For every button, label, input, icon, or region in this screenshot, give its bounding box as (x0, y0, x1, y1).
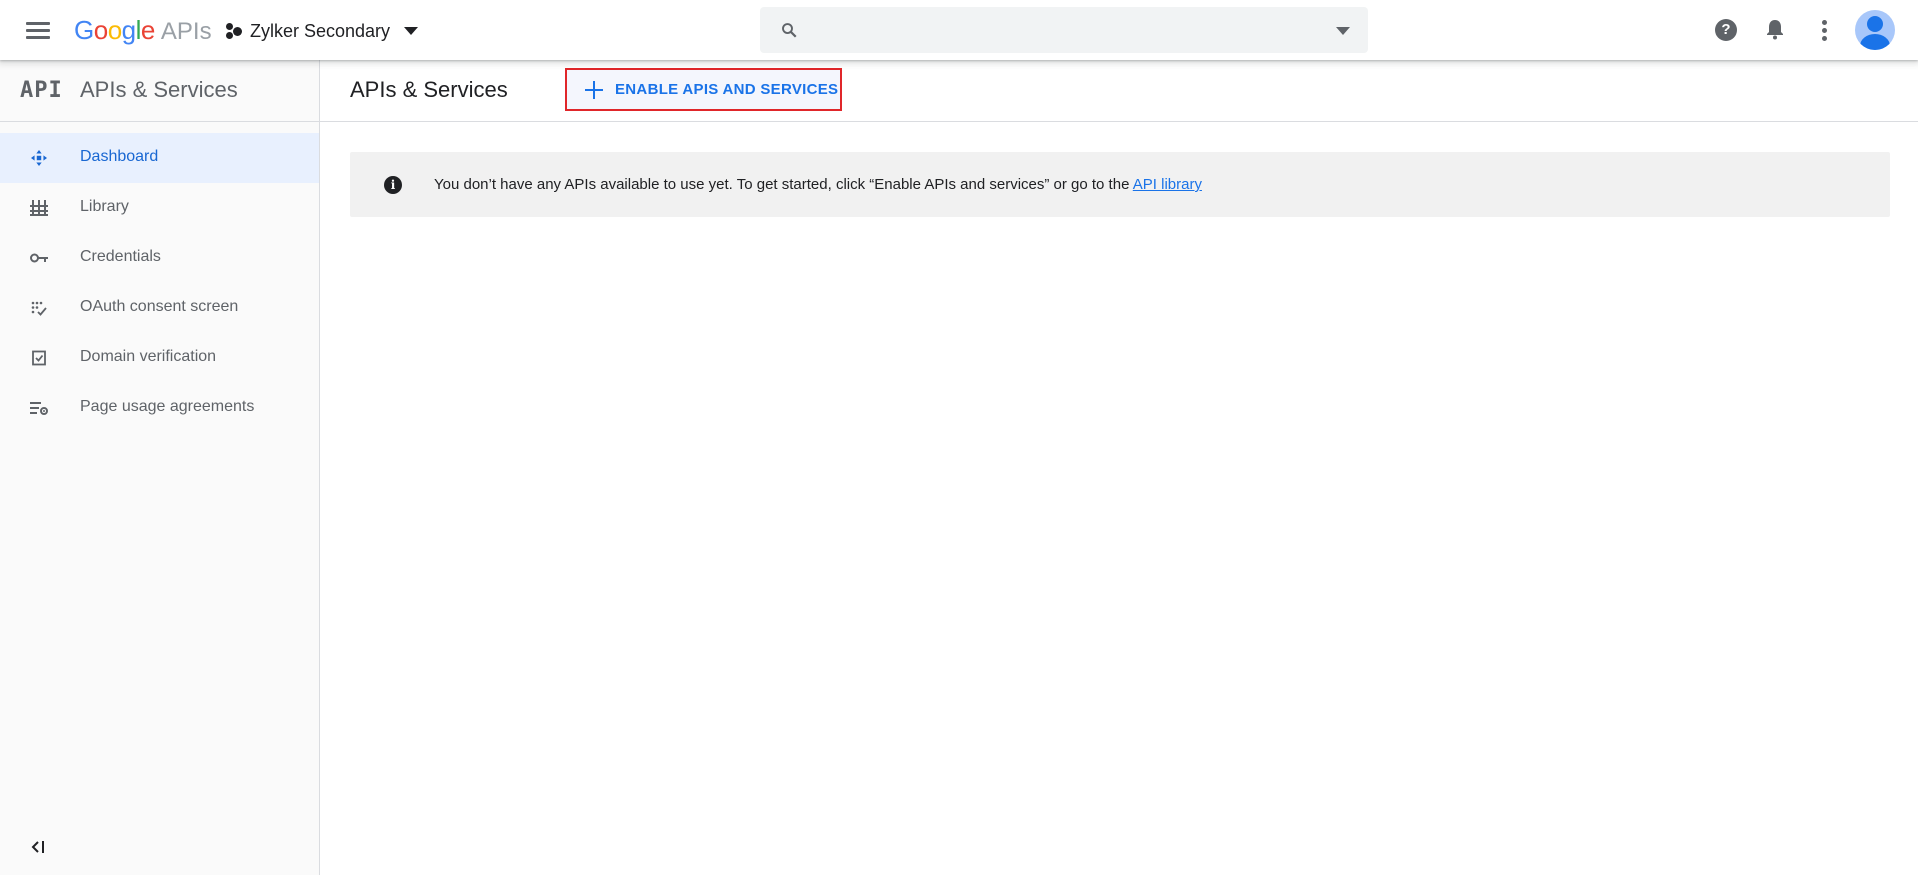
info-icon: i (384, 176, 402, 194)
apis-logo-text: APIs (160, 18, 212, 45)
sidebar-title: APIs & Services (80, 77, 238, 102)
settings-list-icon (30, 402, 48, 415)
top-app-bar: Google APIs Zylker Secondary ? (0, 0, 1918, 60)
search-bar[interactable] (760, 7, 1368, 55)
sidebar-item-credentials[interactable]: Credentials (0, 233, 319, 283)
sidebar-item-label: Credentials (80, 248, 161, 265)
page-header: APIs & Services ENABLE APIS AND SERVICES (320, 60, 1918, 122)
sidebar-header: API APIs & Services (0, 60, 319, 122)
account-avatar[interactable] (1855, 10, 1895, 50)
collapse-left-icon[interactable] (30, 838, 50, 856)
enable-apis-and-services-button[interactable]: ENABLE APIS AND SERVICES (565, 68, 842, 111)
main-menu-icon[interactable] (26, 18, 52, 42)
api-library-link[interactable]: API library (1133, 176, 1202, 193)
project-selector[interactable]: Zylker Secondary (224, 14, 419, 48)
search-input[interactable] (814, 7, 1298, 55)
sidebar-item-label: Dashboard (80, 148, 159, 165)
plus-icon (585, 80, 603, 99)
enable-button-label: ENABLE APIS AND SERVICES (615, 81, 839, 98)
search-options-chevron-icon[interactable] (1336, 27, 1350, 35)
more-options-icon[interactable] (1820, 18, 1828, 42)
sidebar-nav: Dashboard Library Credentials OAuth cons… (0, 133, 319, 433)
sidebar-item-label: Domain verification (80, 348, 217, 365)
info-banner: i You don’t have any APIs available to u… (350, 152, 1890, 217)
library-icon (30, 200, 48, 216)
help-icon[interactable]: ? (1715, 19, 1737, 41)
info-message: You don’t have any APIs available to use… (434, 176, 1202, 193)
sidebar-item-library[interactable]: Library (0, 183, 319, 233)
sidebar-item-dashboard[interactable]: Dashboard (0, 133, 319, 183)
project-name: Zylker Secondary (250, 20, 391, 41)
sidebar-item-page-usage-agreements[interactable]: Page usage agreements (0, 383, 319, 433)
sidebar-item-label: Page usage agreements (80, 398, 255, 415)
key-icon (30, 253, 48, 263)
search-icon[interactable] (780, 21, 798, 39)
project-icon (224, 22, 242, 40)
notifications-bell-icon[interactable] (1765, 18, 1785, 40)
dashboard-icon (31, 150, 47, 166)
sidebar-item-label: OAuth consent screen (80, 298, 239, 315)
google-apis-logo[interactable]: Google APIs (74, 13, 212, 47)
checkbox-icon (32, 350, 46, 366)
sidebar-item-domain-verification[interactable]: Domain verification (0, 333, 319, 383)
api-logo-icon: API (20, 78, 63, 103)
sidebar-item-label: Library (80, 198, 129, 215)
page-title: APIs & Services (350, 77, 508, 102)
chevron-down-icon (404, 27, 419, 35)
sidebar-item-oauth-consent-screen[interactable]: OAuth consent screen (0, 283, 319, 333)
sidebar: API APIs & Services Dashboard Library Cr… (0, 60, 320, 875)
oauth-icon (31, 301, 47, 316)
info-text: You don’t have any APIs available to use… (434, 176, 1133, 193)
google-logo-text: Google (74, 15, 155, 45)
